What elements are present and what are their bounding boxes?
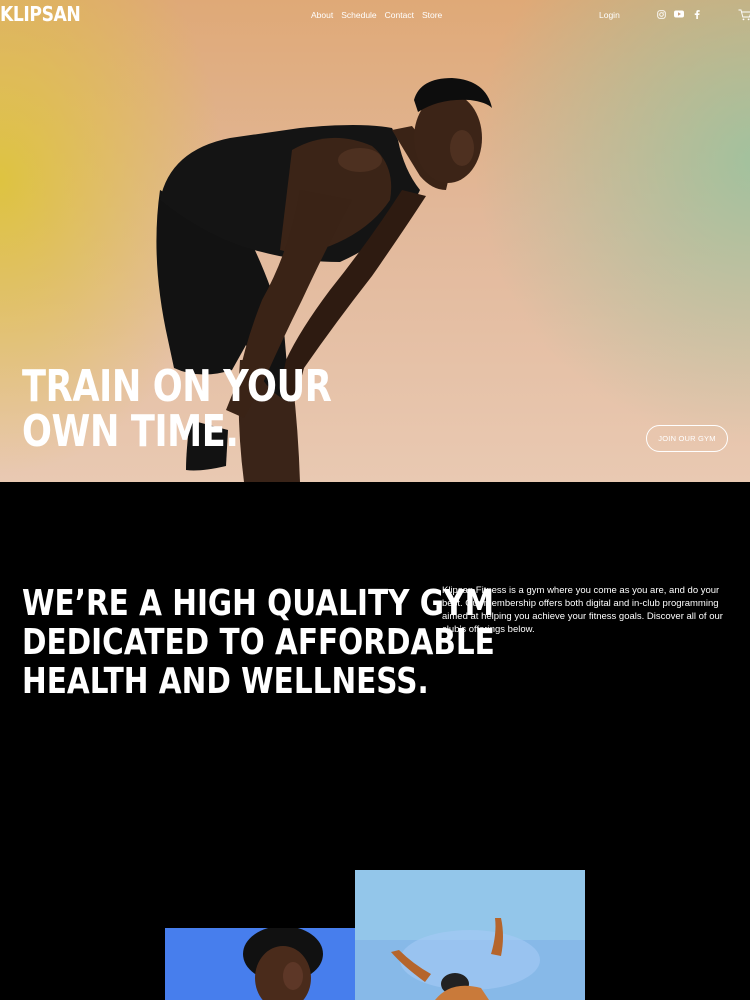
hero-section: KLIPSAN About Schedule Contact Store Log…: [0, 0, 750, 482]
woman-portrait-image: [165, 928, 355, 1000]
hero-title: TRAIN ON YOUR OWN TIME.: [22, 361, 332, 457]
about-headline: WE’RE A HIGH QUALITY GYM DEDICATED TO AF…: [22, 583, 495, 702]
nav-link-about[interactable]: About: [311, 10, 333, 20]
nav-link-contact[interactable]: Contact: [385, 10, 414, 20]
site-logo[interactable]: KLIPSAN: [0, 2, 81, 26]
about-description: Klipsan Fitness is a gym where you come …: [442, 585, 723, 635]
join-our-gym-button[interactable]: JOIN OUR GYM: [646, 425, 728, 452]
athlete-jump-image: [355, 870, 585, 1000]
social-links: [656, 9, 702, 19]
youtube-icon[interactable]: [674, 9, 684, 19]
cart-icon[interactable]: [738, 8, 750, 21]
nav-link-store[interactable]: Store: [422, 10, 442, 20]
login-link[interactable]: Login: [599, 10, 620, 20]
top-navigation: KLIPSAN About Schedule Contact Store Log…: [0, 0, 750, 30]
nav-link-schedule[interactable]: Schedule: [341, 10, 376, 20]
instagram-icon[interactable]: [656, 9, 666, 19]
nav-links: About Schedule Contact Store: [311, 10, 442, 20]
facebook-icon[interactable]: [692, 9, 702, 19]
